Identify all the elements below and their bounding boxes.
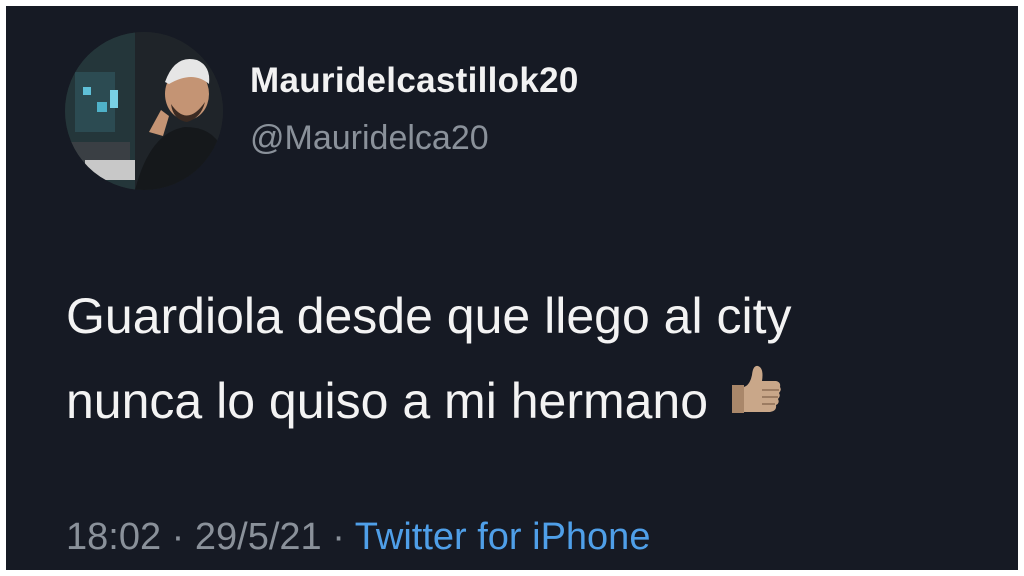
- tweet-text-line-2: nunca lo quiso a mi hermano: [66, 359, 1006, 447]
- thumbs-up-icon: [724, 356, 782, 441]
- avatar-image: [65, 32, 223, 190]
- tweet-text: Guardiola desde que llego al city nunca …: [66, 274, 1006, 447]
- tweet-source-link[interactable]: Twitter for iPhone: [355, 516, 651, 558]
- separator-dot: ·: [332, 516, 345, 558]
- avatar[interactable]: [65, 32, 223, 190]
- separator-dot: ·: [171, 516, 185, 558]
- tweet-text-line-2-text: nunca lo quiso a mi hermano: [66, 373, 709, 429]
- tweet-date: 29/5/21: [194, 516, 322, 558]
- tweet-meta: 18:02 · 29/5/21 · Twitter for iPhone: [66, 516, 650, 559]
- username-handle[interactable]: @Mauridelca20: [250, 119, 489, 158]
- tweet-card: Mauridelcastillok20 @Mauridelca20 Guardi…: [6, 6, 1018, 570]
- tweet-text-line-1: Guardiola desde que llego al city: [66, 288, 792, 344]
- display-name[interactable]: Mauridelcastillok20: [250, 61, 579, 101]
- tweet-time: 18:02: [66, 516, 162, 558]
